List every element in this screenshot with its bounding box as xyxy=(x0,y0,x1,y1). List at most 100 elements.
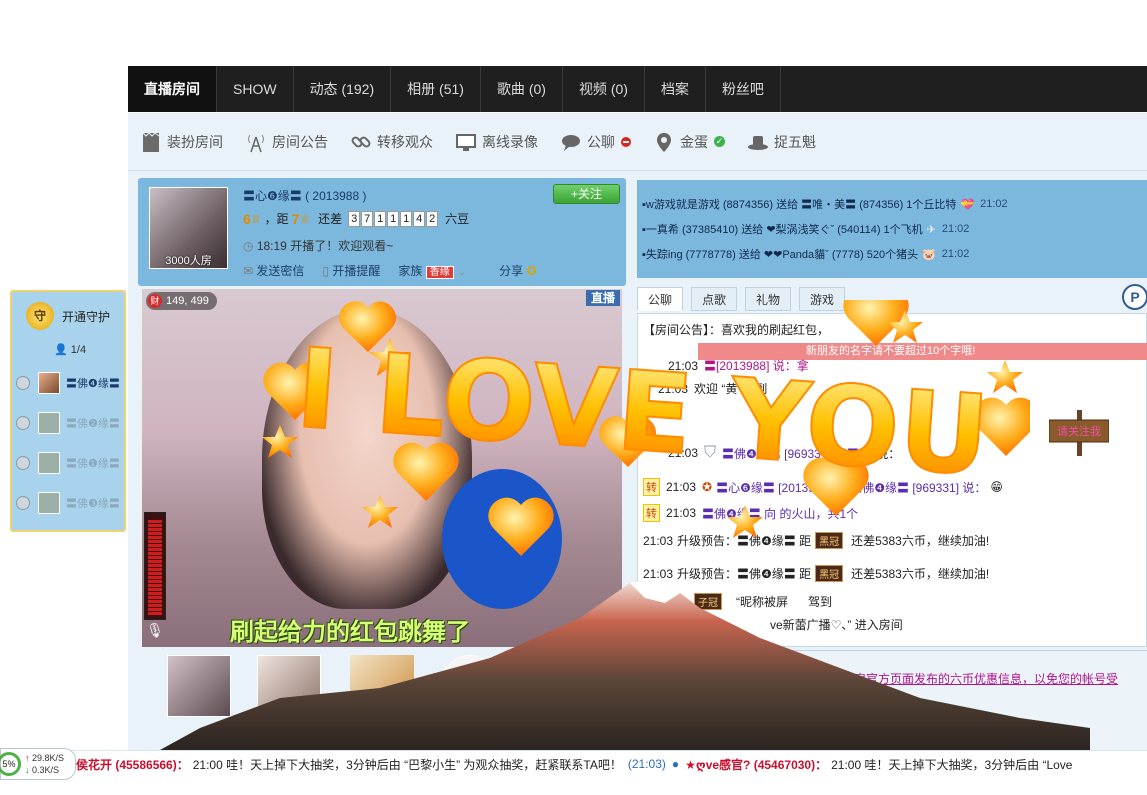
p-icon[interactable]: P xyxy=(1122,284,1147,310)
ticker-user[interactable]: ★ღve感官? (45467030)： xyxy=(685,756,827,773)
tab-fan-bar[interactable]: 粉丝吧 xyxy=(706,66,781,112)
share-button[interactable]: 分享 ✪ xyxy=(499,262,536,279)
announcement-ticker: 侯花开 (45586566)： 21:00 哇！天上掉下大抽奖，3分钟后由 “巴… xyxy=(0,750,1147,777)
doc-icon xyxy=(140,131,162,153)
ticker-text: 21:00 哇！天上掉下大抽奖，3分钟后由 “巴黎小生” 为观众抽奖，赶紧联系T… xyxy=(192,757,622,772)
broadcast-tower-icon xyxy=(245,131,267,153)
guard-row[interactable]: 〓佛❷缘〓 xyxy=(16,410,120,436)
digit: 7 xyxy=(361,210,374,227)
heart-gift-icon: 💝 xyxy=(960,198,975,211)
decorate-room-button[interactable]: 装扮房间 xyxy=(140,131,223,153)
send-message-label: 发送密信 xyxy=(256,264,305,278)
room-notice-button[interactable]: 房间公告 xyxy=(245,131,328,153)
offline-record-button[interactable]: 离线录像 xyxy=(455,131,538,153)
gift-time: 21:02 xyxy=(941,248,970,260)
gift-time: 21:02 xyxy=(980,198,1008,210)
monitor-icon xyxy=(455,131,477,153)
live-remind-button[interactable]: ▯ 开播提醒 xyxy=(322,262,380,279)
guard-count-value: 1/4 xyxy=(70,344,87,356)
golden-egg-button[interactable]: 金蛋 ✓ xyxy=(653,131,725,153)
ticker-time: (21:03) xyxy=(627,757,666,771)
tab-songs[interactable]: 歌曲 (0) xyxy=(481,66,563,112)
digit: 1 xyxy=(400,210,413,227)
digit: 2 xyxy=(426,210,439,227)
ticker-user[interactable]: 侯花开 (45586566)： xyxy=(76,756,189,773)
offline-record-label: 离线录像 xyxy=(482,133,538,150)
chat-bubble-icon xyxy=(560,131,582,153)
gift-item: ▪失踪ing (7778778) 送给 ❤❤Panda貓ˇ (7778) 520… xyxy=(642,246,969,262)
clock-icon: ◷ xyxy=(243,239,254,253)
gift-text: ▪失踪ing (7778778) 送给 ❤❤Panda貓ˇ (7778) 520… xyxy=(642,249,919,261)
send-message-button[interactable]: ✉ 发送密信 xyxy=(243,262,304,279)
guard-name: 〓佛❸缘〓 xyxy=(66,498,120,510)
golden-egg-label: 金蛋 xyxy=(680,133,708,150)
public-chat-label: 公聊 xyxy=(587,133,615,150)
share-icon: ✪ xyxy=(526,264,537,278)
tab-album[interactable]: 相册 (51) xyxy=(391,66,481,112)
digit: 3 xyxy=(348,210,361,227)
share-label: 分享 xyxy=(499,264,524,278)
anchor-actions: ✉ 发送密信 ▯ 开播提醒 家族 香缘 ⌄ 分享 ✪ xyxy=(243,262,555,279)
family-label: 家族 xyxy=(398,264,423,278)
diff-unit: 六豆 xyxy=(445,212,470,226)
start-time: ◷ 18:19 开播了！欢迎观看~ xyxy=(243,237,393,254)
cpu-percent: 5% xyxy=(0,752,21,776)
heart-icon xyxy=(488,497,554,556)
catch-five-label: 捉五魁 xyxy=(774,133,816,150)
guard-avatar xyxy=(38,412,60,434)
gift-text: ▪w游戏就是游戏 (8874356) 送给 〓唯・美〓 (874356) 1个丘… xyxy=(642,199,957,211)
open-guard-button[interactable]: 守 开通守护 xyxy=(26,302,110,330)
airplane-gift-icon: ✈ xyxy=(926,223,936,236)
tab-live-room[interactable]: 直播房间 xyxy=(128,66,217,112)
start-text: 18:19 开播了！欢迎观看~ xyxy=(256,239,394,253)
family-badge: 香缘 xyxy=(425,266,454,279)
crown-icon: ♕ xyxy=(299,211,311,226)
guard-badge-icon xyxy=(16,456,30,470)
diff-label: 还差 xyxy=(318,212,343,226)
next-level: 7 xyxy=(291,210,300,227)
wealth-counter: 财 149, 499 xyxy=(146,292,217,310)
guard-name: 〓佛❶缘〓 xyxy=(66,458,120,470)
network-speed-widget[interactable]: 5% ↑ 29.8K/S ↓ 0.3K/S xyxy=(0,748,76,780)
guard-row[interactable]: 〓佛❸缘〓 xyxy=(16,490,120,516)
room-notice-label: 房间公告 xyxy=(272,133,328,150)
transfer-audience-button[interactable]: 转移观众 xyxy=(350,131,433,153)
guard-badge-icon xyxy=(16,496,30,510)
crown-icon: ♕ xyxy=(250,211,262,226)
tab-feed[interactable]: 动态 (192) xyxy=(294,66,392,112)
upload-speed: 29.8K/S xyxy=(32,753,65,763)
guard-count: 👤 1/4 xyxy=(54,343,86,356)
guard-avatar xyxy=(38,452,60,474)
guard-name: 〓佛❹缘〓 xyxy=(66,378,120,390)
upload-arrow-icon: ↑ xyxy=(25,753,30,763)
star-icon xyxy=(727,505,763,538)
anchor-name: 〓心❻缘〓 ( 2013988 ) xyxy=(243,189,367,203)
star-icon xyxy=(362,495,398,528)
guard-row[interactable]: 〓佛❶缘〓 xyxy=(16,450,120,476)
catch-five-button[interactable]: 捉五魁 xyxy=(747,131,816,153)
link-icon xyxy=(350,131,372,153)
phone-icon: ▯ xyxy=(322,264,333,278)
guard-badge-icon xyxy=(16,376,30,390)
diff-digits: 3 7 1 1 1 4 2 xyxy=(348,210,439,227)
tab-profile[interactable]: 档案 xyxy=(645,66,706,112)
mountain-gift-animation xyxy=(160,578,1090,750)
check-icon: ✓ xyxy=(714,136,725,147)
guard-row[interactable]: 〓佛❹缘〓 xyxy=(16,370,120,396)
family-link[interactable]: 家族 香缘 ⌄ xyxy=(398,262,467,279)
tab-show[interactable]: SHOW xyxy=(217,66,294,112)
follow-button[interactable]: +关注 xyxy=(553,184,620,204)
wealth-value: 149, 499 xyxy=(166,295,209,307)
hat-icon xyxy=(747,131,769,153)
guard-name: 〓佛❷缘〓 xyxy=(66,418,120,430)
current-level: 6 xyxy=(243,210,251,227)
public-chat-button[interactable]: 公聊 xyxy=(560,131,631,153)
mail-icon: ✉ xyxy=(243,264,257,278)
tab-videos[interactable]: 视频 (0) xyxy=(563,66,645,112)
digit: 1 xyxy=(374,210,387,227)
chevron-down-icon: ⌄ xyxy=(453,264,468,278)
love-you-text: I LOVE YOU xyxy=(292,324,992,500)
digit: 1 xyxy=(387,210,400,227)
room-toolbar: 装扮房间 房间公告 转移观众 离线录像 公聊 金蛋 ✓ 捉五魁 xyxy=(128,113,1147,171)
live-remind-label: 开播提醒 xyxy=(332,264,381,278)
